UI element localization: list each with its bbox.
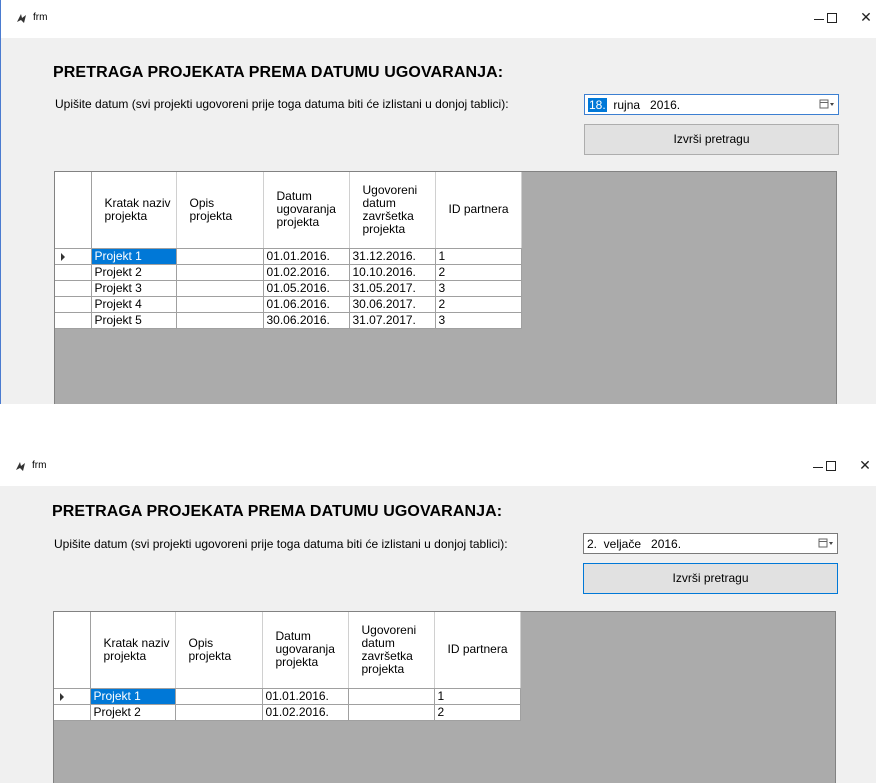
table-cell[interactable]: 2 [434, 704, 521, 721]
table-cell[interactable]: 01.02.2016. [262, 704, 349, 721]
app-icon [16, 462, 25, 471]
close-icon: ✕ [859, 458, 871, 474]
column-header[interactable]: Datum ugovaranja projekta [263, 172, 350, 249]
table-row[interactable]: Projekt 2 01.02.2016. 10.10.2016. 2 [55, 264, 522, 281]
column-header[interactable]: Opis projekta [176, 172, 264, 249]
header-row: Kratak naziv projekta Opis projekta Datu… [55, 172, 522, 249]
window-2: frm ✕ PRETRAGA PROJEKATA PREMA DATUMU UG… [0, 448, 876, 783]
table-cell[interactable] [348, 704, 435, 721]
date-picker[interactable]: 18. rujna 2016. [584, 94, 839, 115]
window-1: frm ✕ PRETRAGA PROJEKATA PREMA DATUMU UG… [0, 0, 876, 404]
column-header[interactable]: Ugovoreni datum završetka projekta [348, 612, 435, 689]
row-header[interactable] [55, 280, 92, 297]
table-cell[interactable]: 01.01.2016. [262, 688, 349, 705]
row-header[interactable] [54, 704, 91, 721]
close-button[interactable]: ✕ [856, 9, 876, 27]
table-row[interactable]: Projekt 1 01.01.2016. 31.12.2016. 1 [55, 248, 522, 265]
table-cell[interactable]: 31.05.2017. [349, 280, 436, 297]
table-cell[interactable]: 30.06.2016. [263, 312, 350, 329]
table-cell[interactable]: 01.05.2016. [263, 280, 350, 297]
table-row[interactable]: Projekt 5 30.06.2016. 31.07.2017. 3 [55, 312, 522, 329]
table-cell[interactable]: Projekt 3 [91, 280, 177, 297]
table-cell[interactable]: 3 [435, 312, 522, 329]
table-cell[interactable]: 10.10.2016. [349, 264, 436, 281]
results-grid[interactable]: Kratak naziv projekta Opis projekta Datu… [53, 611, 836, 783]
table-cell[interactable]: 31.07.2017. [349, 312, 436, 329]
calendar-dropdown-icon[interactable] [818, 538, 834, 549]
title-bar: frm ✕ [1, 0, 876, 38]
column-header[interactable]: ID partnera [435, 172, 522, 249]
calendar-dropdown-icon[interactable] [819, 99, 835, 110]
table-cell[interactable] [176, 296, 264, 313]
column-header[interactable]: ID partnera [434, 612, 521, 689]
column-header[interactable]: Datum ugovaranja projekta [262, 612, 349, 689]
table-cell[interactable]: Projekt 1 [90, 688, 176, 705]
row-header[interactable] [55, 248, 92, 265]
table-cell[interactable] [175, 688, 263, 705]
window-title: frm [33, 12, 48, 23]
table-cell[interactable]: 1 [435, 248, 522, 265]
maximize-button[interactable] [823, 9, 841, 27]
table-row[interactable]: Projekt 2 01.02.2016. 2 [54, 704, 521, 721]
table-cell[interactable] [176, 280, 264, 297]
table-cell[interactable]: Projekt 2 [90, 704, 176, 721]
page-title: PRETRAGA PROJEKATA PREMA DATUMU UGOVARAN… [53, 64, 504, 81]
app-icon [17, 14, 26, 23]
table-cell[interactable] [176, 248, 264, 265]
maximize-icon [826, 461, 836, 471]
table-row[interactable]: Projekt 4 01.06.2016. 30.06.2017. 2 [55, 296, 522, 313]
table-row[interactable]: Projekt 3 01.05.2016. 31.05.2017. 3 [55, 280, 522, 297]
date-prompt-label: Upišite datum (svi projekti ugovoreni pr… [55, 97, 509, 111]
search-button[interactable]: Izvrši pretragu [584, 124, 839, 155]
date-prompt-label: Upišite datum (svi projekti ugovoreni pr… [54, 537, 508, 551]
row-header[interactable] [55, 296, 92, 313]
table-cell[interactable]: 31.12.2016. [349, 248, 436, 265]
close-icon: ✕ [860, 10, 872, 26]
title-bar: frm ✕ [0, 448, 876, 486]
table-cell[interactable] [176, 264, 264, 281]
table-cell[interactable] [176, 312, 264, 329]
search-button[interactable]: Izvrši pretragu [583, 563, 838, 594]
date-rest: rujna 2016. [606, 98, 681, 112]
results-table: Kratak naziv projekta Opis projekta Datu… [54, 612, 521, 721]
table-cell[interactable]: 01.06.2016. [263, 296, 350, 313]
table-cell[interactable]: 1 [434, 688, 521, 705]
table-cell[interactable] [348, 688, 435, 705]
table-row[interactable]: Projekt 1 01.01.2016. 1 [54, 688, 521, 705]
table-cell[interactable]: Projekt 1 [91, 248, 177, 265]
column-header[interactable]: Opis projekta [175, 612, 263, 689]
page-title: PRETRAGA PROJEKATA PREMA DATUMU UGOVARAN… [52, 503, 503, 520]
row-pointer-icon [61, 252, 65, 261]
column-header[interactable]: Kratak naziv projekta [90, 612, 176, 689]
table-cell[interactable]: 30.06.2017. [349, 296, 436, 313]
table-cell[interactable]: 2 [435, 296, 522, 313]
row-header-corner [54, 612, 91, 689]
table-cell[interactable]: Projekt 2 [91, 264, 177, 281]
column-header[interactable]: Ugovoreni datum završetka projekta [349, 172, 436, 249]
row-header[interactable] [55, 264, 92, 281]
row-header[interactable] [54, 688, 91, 705]
table-cell[interactable]: Projekt 4 [91, 296, 177, 313]
maximize-button[interactable] [822, 457, 840, 475]
row-pointer-icon [60, 692, 64, 701]
date-day-segment[interactable]: 18. [588, 98, 607, 112]
table-cell[interactable] [175, 704, 263, 721]
header-row: Kratak naziv projekta Opis projekta Datu… [54, 612, 521, 689]
results-grid[interactable]: Kratak naziv projekta Opis projekta Datu… [54, 171, 837, 404]
close-button[interactable]: ✕ [855, 457, 875, 475]
table-cell[interactable]: 01.02.2016. [263, 264, 350, 281]
table-cell[interactable]: 2 [435, 264, 522, 281]
row-header-corner [55, 172, 92, 249]
window-title: frm [32, 460, 47, 471]
table-cell[interactable]: Projekt 5 [91, 312, 177, 329]
row-header[interactable] [55, 312, 92, 329]
column-header[interactable]: Kratak naziv projekta [91, 172, 177, 249]
table-cell[interactable]: 3 [435, 280, 522, 297]
date-rest: 2. veljače 2016. [587, 537, 682, 551]
date-picker[interactable]: 2. veljače 2016. [583, 533, 838, 554]
maximize-icon [827, 13, 837, 23]
results-table: Kratak naziv projekta Opis projekta Datu… [55, 172, 522, 329]
table-cell[interactable]: 01.01.2016. [263, 248, 350, 265]
